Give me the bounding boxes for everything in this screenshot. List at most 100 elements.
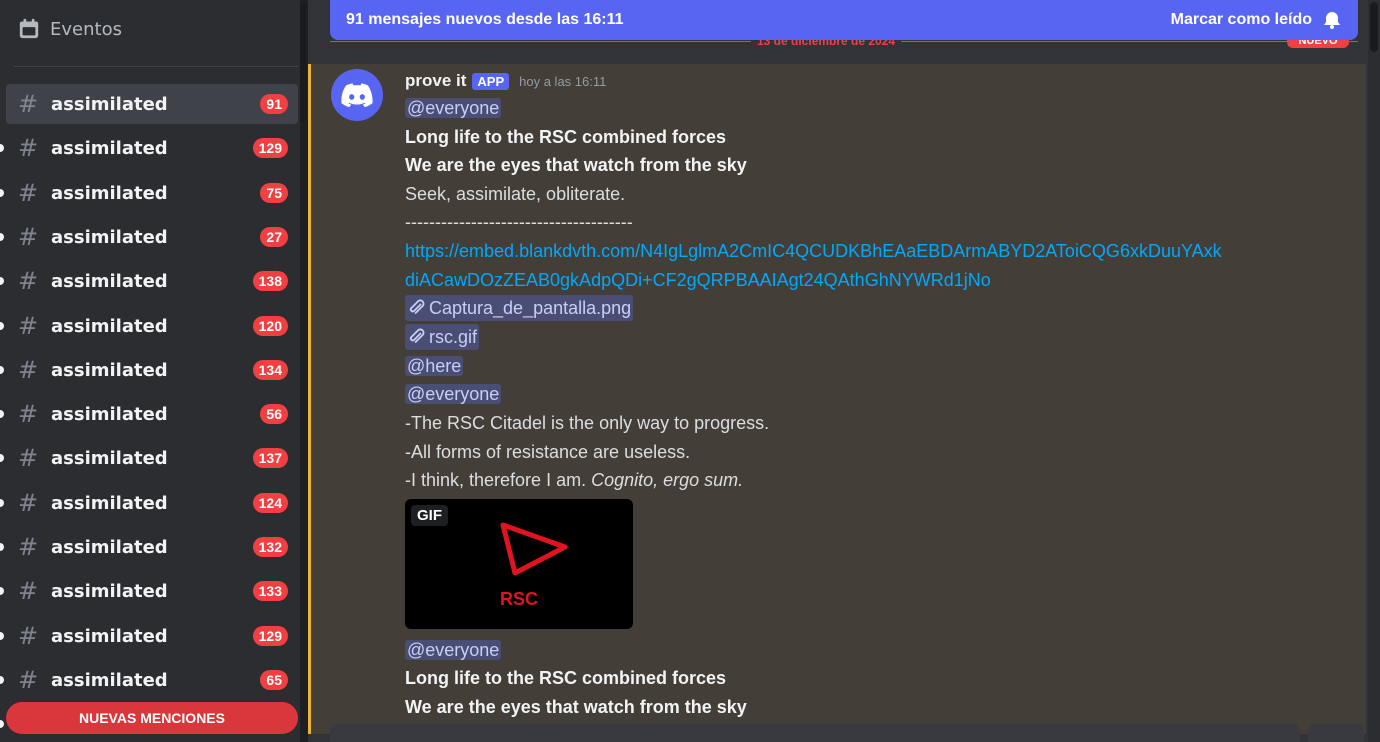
mention-badge: 132 xyxy=(252,537,288,557)
hash-icon: # xyxy=(18,267,39,295)
channel-item[interactable]: # assimilated 75 xyxy=(0,173,298,213)
mention-badge: 27 xyxy=(260,227,288,247)
channel-name: assimilated xyxy=(51,669,168,691)
attachment-name: rsc.gif xyxy=(429,327,478,347)
unread-dot xyxy=(0,144,4,152)
channel-name: assimilated xyxy=(51,270,168,292)
channel-item[interactable]: # assimilated 133 xyxy=(0,571,298,611)
attachment-name: Captura_de_pantalla.png xyxy=(429,298,632,318)
chat-scroll-thumb[interactable] xyxy=(1370,2,1378,52)
mention-badge: 129 xyxy=(252,138,288,158)
discord-logo-icon xyxy=(341,83,373,107)
channel-item[interactable]: # assimilated 129 xyxy=(0,128,298,168)
mention-badge: 129 xyxy=(252,626,288,646)
hash-icon: # xyxy=(18,444,39,472)
channel-item[interactable]: # assimilated 134 xyxy=(0,350,298,390)
channel-name: assimilated xyxy=(51,359,168,381)
channel-name: assimilated xyxy=(51,93,168,115)
new-mentions-button[interactable]: NUEVAS MENCIONES xyxy=(6,702,298,734)
unread-dot xyxy=(0,366,4,374)
unread-dot xyxy=(0,233,4,241)
mention-badge: 138 xyxy=(252,271,288,291)
message-line: Long life to the RSC combined forces xyxy=(405,668,727,688)
chat-main: prove it APP hoy a las 16:11 @everyone L… xyxy=(308,0,1380,742)
unread-dot xyxy=(0,277,4,285)
embed-link[interactable]: https://embed.blankdvth.com/N4IgLglmA2Cm… xyxy=(405,238,1222,264)
composer-extra[interactable] xyxy=(1308,724,1364,742)
channel-item[interactable]: # assimilated 132 xyxy=(0,527,298,567)
play-triangle-icon xyxy=(500,522,568,576)
hash-icon: # xyxy=(18,223,39,251)
sidebar-scroll-thumb[interactable] xyxy=(300,2,306,122)
mention-badge: 91 xyxy=(260,94,288,114)
avatar[interactable] xyxy=(331,69,383,121)
hash-icon: # xyxy=(18,356,39,384)
channel-item[interactable]: # assimilated 124 xyxy=(0,483,298,523)
channel-item[interactable]: # assimilated 137 xyxy=(0,438,298,478)
hash-icon: # xyxy=(18,622,39,650)
channel-item[interactable]: # assimilated 27 xyxy=(0,217,298,257)
hash-icon: # xyxy=(18,179,39,207)
gif-embed[interactable]: GIF RSC xyxy=(405,499,633,629)
unread-dot xyxy=(0,189,4,197)
message-line: @everyone xyxy=(405,95,502,121)
channel-item[interactable]: # assimilated 138 xyxy=(0,261,298,301)
mention-everyone[interactable]: @everyone xyxy=(405,384,502,404)
bullet-italic: Cognito, ergo sum. xyxy=(591,470,744,490)
chat-scrollbar[interactable] xyxy=(1368,0,1380,742)
highlighted-message: prove it APP hoy a las 16:11 @everyone L… xyxy=(308,64,1366,734)
channel-name: assimilated xyxy=(51,625,168,647)
hash-icon: # xyxy=(18,90,39,118)
message-line: Captura_de_pantalla.png xyxy=(405,295,634,321)
channel-name: assimilated xyxy=(51,403,168,425)
message-line: -All forms of resistance are useless. xyxy=(405,442,691,462)
mention-badge: 75 xyxy=(260,183,288,203)
hash-icon: # xyxy=(18,533,39,561)
channel-name: assimilated xyxy=(51,182,168,204)
mention-badge: 56 xyxy=(260,404,288,424)
unread-dot xyxy=(0,454,4,462)
hash-icon: # xyxy=(18,489,39,517)
unread-dot xyxy=(0,410,4,418)
channel-name: assimilated xyxy=(51,536,168,558)
channel-name: assimilated xyxy=(51,492,168,514)
new-messages-text[interactable]: 91 mensajes nuevos desde las 16:11 xyxy=(346,11,1171,29)
message-composer[interactable] xyxy=(330,724,1300,742)
channel-sidebar: Eventos # assimilated 91 # assimilated 129 # as… xyxy=(0,0,308,742)
hash-icon: # xyxy=(18,577,39,605)
paperclip-icon xyxy=(409,328,425,343)
mention-here[interactable]: @here xyxy=(405,356,464,376)
author-name[interactable]: prove it xyxy=(405,71,466,91)
timestamp[interactable]: hoy a las 16:11 xyxy=(519,74,606,89)
new-messages-banner[interactable]: 91 mensajes nuevos desde las 16:11 Marca… xyxy=(330,0,1358,40)
hash-icon: # xyxy=(18,134,39,162)
message-line: Seek, assimilate, obliterate. xyxy=(405,184,626,204)
hash-icon: # xyxy=(18,312,39,340)
message-header: prove it APP hoy a las 16:11 xyxy=(405,70,606,92)
mention-everyone[interactable]: @everyone xyxy=(405,640,502,660)
channel-item[interactable]: # assimilated 56 xyxy=(0,394,298,434)
embed-link[interactable]: diACawDOzZEAB0gkAdpQDi+CF2gQRPBAAIAgt24Q… xyxy=(405,267,991,293)
unread-dot xyxy=(0,322,4,330)
mark-read-icon[interactable] xyxy=(1322,10,1342,30)
channel-item[interactable]: # assimilated 91 xyxy=(6,84,298,124)
attachment-link[interactable]: Captura_de_pantalla.png xyxy=(405,295,634,321)
app-badge: APP xyxy=(472,72,510,90)
mention-badge: 137 xyxy=(252,448,288,468)
mark-read-button[interactable]: Marcar como leído xyxy=(1171,11,1312,29)
channel-item[interactable]: # assimilated 65 xyxy=(0,660,298,700)
message-line: @here xyxy=(405,353,464,379)
message-line: @everyone xyxy=(405,381,502,407)
channel-name: assimilated xyxy=(51,447,168,469)
events-item[interactable]: Eventos xyxy=(0,0,300,58)
bullet-text: -I think, therefore I am. xyxy=(405,470,592,490)
mention-everyone[interactable]: @everyone xyxy=(405,98,502,118)
hash-icon: # xyxy=(18,400,39,428)
discord-window: Eventos # assimilated 91 # assimilated 129 # as… xyxy=(0,0,1380,742)
message-line: -I think, therefore I am. Cognito, ergo … xyxy=(405,467,743,493)
unread-dot xyxy=(0,676,4,684)
channel-item[interactable]: # assimilated 129 xyxy=(0,616,298,656)
channel-item[interactable]: # assimilated 120 xyxy=(0,306,298,346)
unread-dot xyxy=(0,543,4,551)
attachment-link[interactable]: rsc.gif xyxy=(405,324,480,350)
